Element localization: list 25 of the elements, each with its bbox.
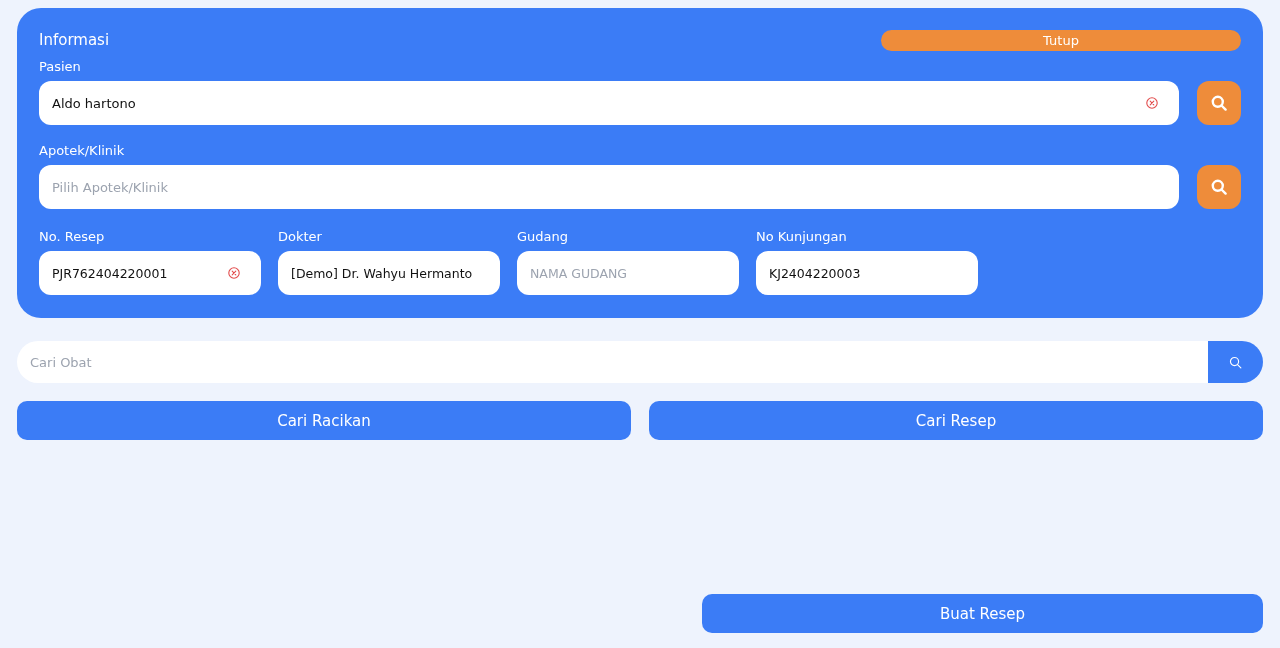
action-button[interactable]: Cari Resep — [649, 401, 1263, 440]
input-field[interactable]: NAMA GUDANG — [517, 251, 739, 295]
input-field[interactable]: Pilih Apotek/Klinik — [39, 165, 1179, 209]
field-label: Gudang — [517, 229, 569, 245]
field-label: Dokter — [278, 229, 322, 245]
input-field[interactable]: KJ2404220003 — [756, 251, 978, 295]
search-button[interactable] — [1197, 81, 1241, 125]
input-field[interactable]: Aldo hartono — [39, 81, 1179, 125]
input-field[interactable]: PJR762404220001 — [39, 251, 261, 295]
field-label: No. Resep — [39, 229, 105, 245]
search-icon — [1211, 179, 1227, 195]
create-button[interactable]: Buat Resep — [702, 594, 1263, 633]
field-label: Pasien — [39, 59, 81, 75]
action-button[interactable]: Cari Racikan — [17, 401, 631, 440]
search-field[interactable]: Cari Obat — [17, 341, 1208, 383]
search-button[interactable] — [1197, 165, 1241, 209]
field-label: Apotek/Klinik — [39, 143, 125, 159]
panel-title: Informasi — [39, 31, 110, 49]
search-icon — [1229, 355, 1242, 369]
search-icon — [1211, 95, 1227, 111]
field-label: No Kunjungan — [756, 229, 847, 245]
clear-icon[interactable] — [1146, 97, 1158, 109]
input-field[interactable]: [Demo] Dr. Wahyu Hermanto — [278, 251, 500, 295]
clear-icon[interactable] — [228, 267, 240, 279]
search-button[interactable] — [1208, 341, 1263, 383]
